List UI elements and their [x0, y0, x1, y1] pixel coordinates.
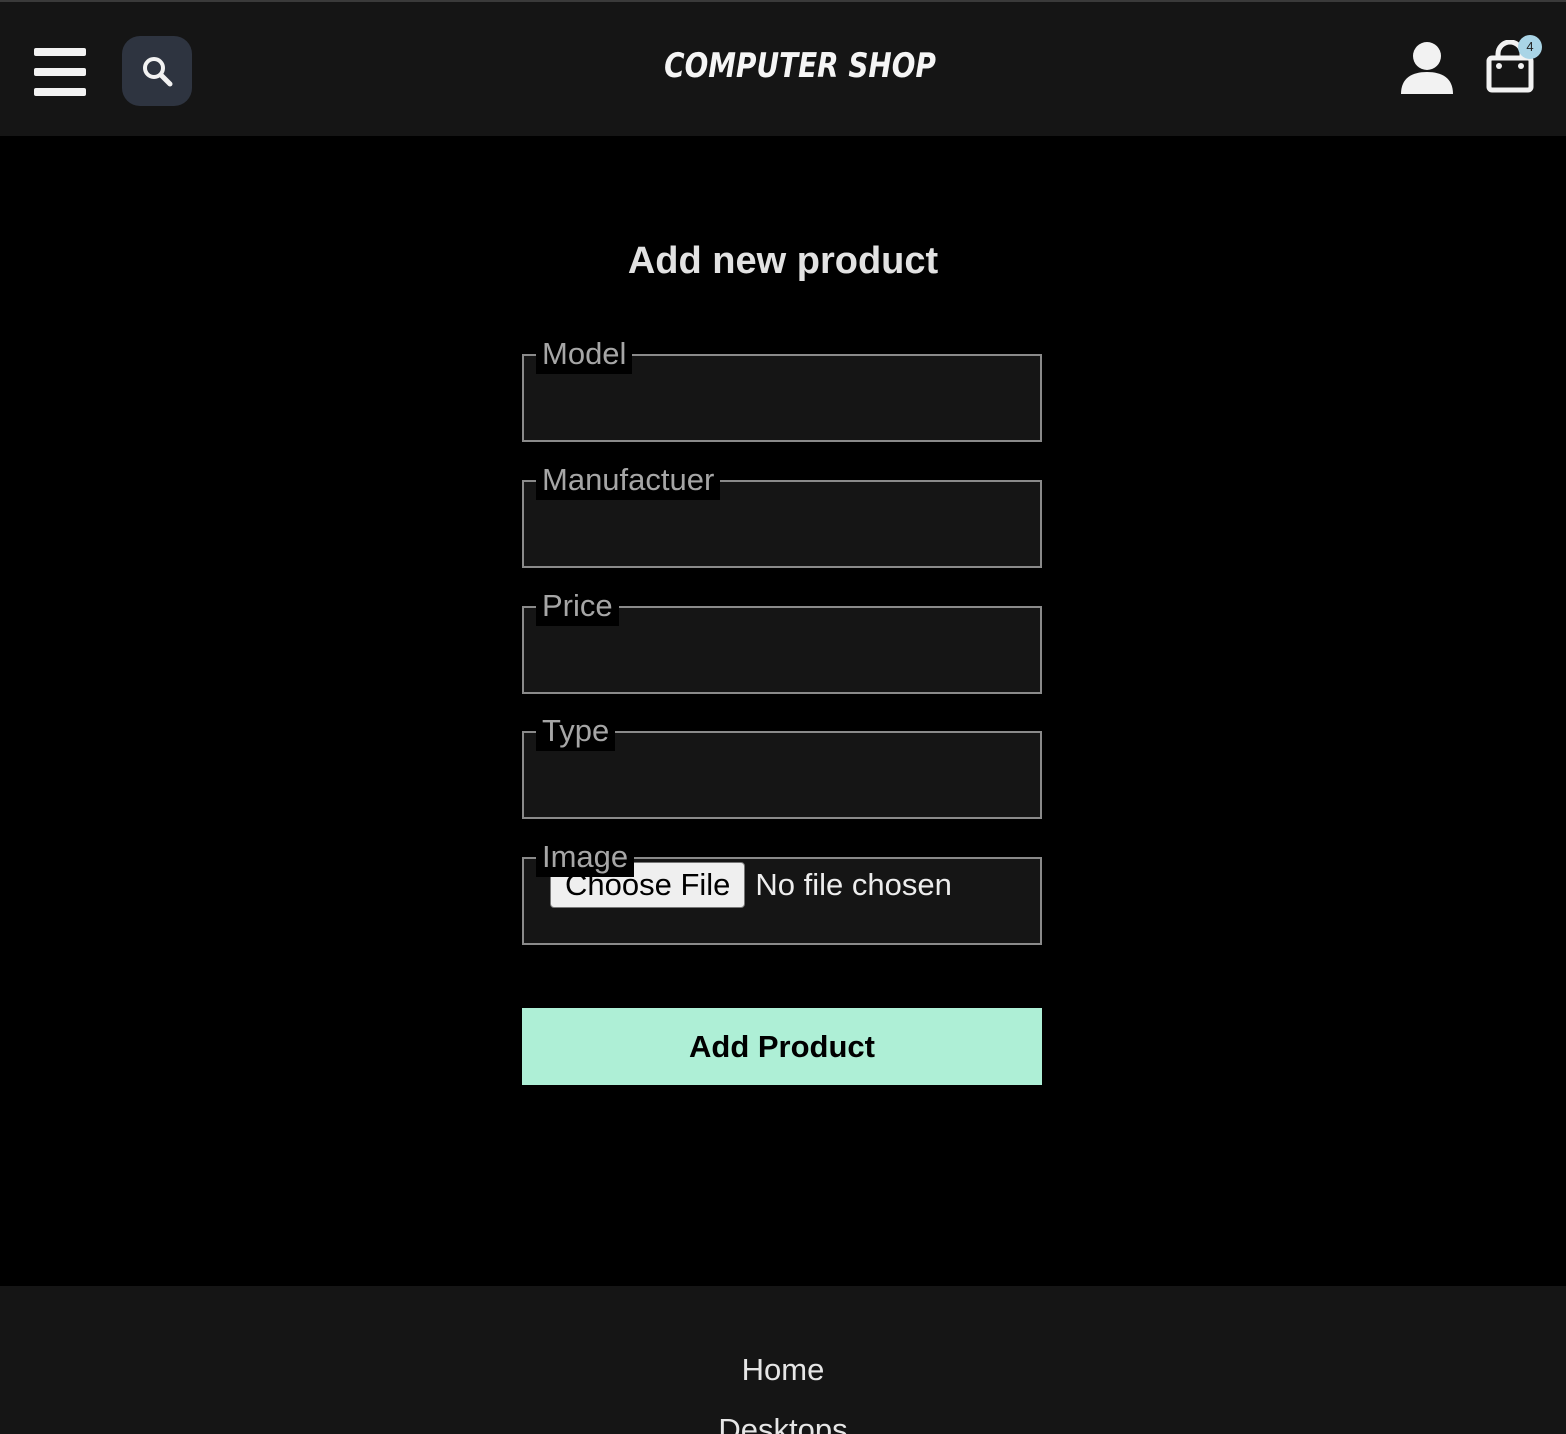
manufacturer-label: Manufactuer: [536, 460, 721, 500]
price-label: Price: [536, 586, 619, 626]
type-field: Type: [522, 711, 1042, 819]
price-input[interactable]: [534, 630, 1034, 682]
file-status-text: No file chosen: [755, 867, 952, 902]
type-label: Type: [536, 711, 616, 751]
user-account-button[interactable]: [1398, 40, 1456, 98]
user-icon: [1401, 42, 1453, 94]
type-input[interactable]: [534, 755, 1034, 807]
model-input[interactable]: [534, 378, 1034, 430]
search-icon: [143, 57, 173, 87]
price-field: Price: [522, 586, 1042, 694]
image-label: Image: [536, 837, 635, 877]
search-button[interactable]: [122, 36, 192, 106]
hamburger-menu-icon[interactable]: [30, 42, 90, 102]
manufacturer-input[interactable]: [534, 504, 1034, 556]
footer-link-home[interactable]: Home: [0, 1352, 1566, 1388]
site-footer: Home Desktops: [0, 1286, 1566, 1434]
image-field: Choose File No file chosen Image: [522, 837, 1042, 945]
site-logo[interactable]: COMPUTER SHOP: [636, 46, 964, 86]
site-header: COMPUTER SHOP 4: [0, 0, 1566, 136]
model-field: Model: [522, 334, 1042, 442]
page-title: Add new product: [627, 240, 939, 282]
footer-link-desktops[interactable]: Desktops: [0, 1412, 1566, 1434]
add-product-button[interactable]: Add Product: [522, 1008, 1042, 1085]
manufacturer-field: Manufactuer: [522, 460, 1042, 568]
cart-count-badge: 4: [1518, 35, 1542, 59]
model-label: Model: [536, 334, 633, 374]
